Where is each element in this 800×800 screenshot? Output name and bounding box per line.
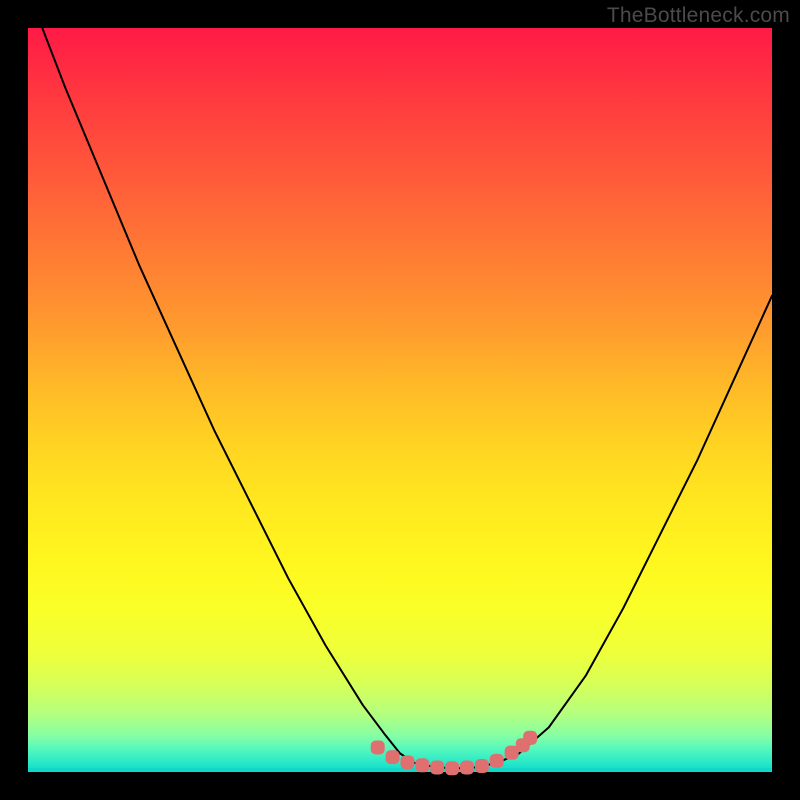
curve-marker [430,761,444,775]
curve-marker [415,758,429,772]
curve-path [28,0,772,768]
curve-marker [475,759,489,773]
chart-plot-area [28,28,772,772]
curve-marker [371,740,385,754]
curve-marker [523,731,537,745]
chart-svg [28,28,772,772]
watermark-text: TheBottleneck.com [607,4,790,28]
curve-marker [445,761,459,775]
curve-marker [386,750,400,764]
curve-marker [490,754,504,768]
chart-frame: TheBottleneck.com [0,0,800,800]
curve-marker [400,755,414,769]
marker-group [371,731,538,776]
curve-marker [460,761,474,775]
